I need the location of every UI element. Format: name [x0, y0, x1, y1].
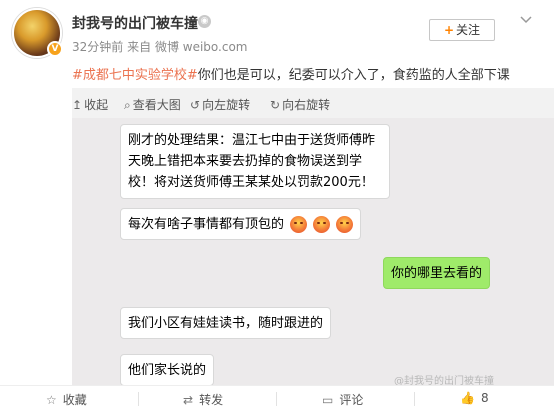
collapse-icon: ↥ [72, 98, 83, 112]
plus-icon: + [443, 23, 455, 37]
rotate-right-button[interactable]: ↻ 向右旋转 [270, 96, 330, 113]
verified-badge-icon: V [47, 41, 63, 57]
like-button[interactable]: 👍 8 [460, 391, 489, 405]
chat-screenshot[interactable]: 刚才的处理结果：温江七中由于送货师傅昨天晚上错把本来要去扔掉的食物误送到学校！将… [72, 118, 554, 385]
angry-emoji-icon [313, 216, 331, 233]
repost-icon: ⇄ [183, 393, 194, 407]
action-bar: ☆ 收藏 ⇄ 转发 ▭ 评论 👍 8 [0, 385, 554, 411]
star-icon: ☆ [46, 393, 57, 407]
comment-label: 评论 [339, 393, 364, 407]
thumbs-up-icon: 👍 [460, 391, 475, 405]
topic-link[interactable]: #成都七中实验学校# [72, 68, 198, 83]
rotate-left-label: 向左旋转 [202, 98, 251, 112]
divider [276, 392, 277, 406]
rotate-right-label: 向右旋转 [282, 98, 331, 112]
watermark: @封我号的出门被车撞 [394, 376, 494, 385]
chat-message: 刚才的处理结果：温江七中由于送货师傅昨天晚上错把本来要去扔掉的食物误送到学校！将… [120, 124, 390, 199]
rotate-right-icon: ↻ [270, 98, 281, 112]
follow-button[interactable]: + 关注 [429, 19, 495, 41]
like-count: 8 [480, 391, 489, 405]
post-header: V 封我号的出门被车撞 ◉ 32分钟前 来自 微博 weibo.com + 关注 [0, 0, 554, 62]
collect-button[interactable]: ☆ 收藏 [46, 391, 87, 408]
avatar[interactable]: V [12, 8, 63, 58]
collapse-label: 收起 [84, 98, 109, 112]
chat-message: 我们小区有娃娃读书，随时跟进的 [120, 307, 332, 339]
post-text: #成都七中实验学校#你们也是可以，纪委可以介入了，食药监的人全部下课 [72, 64, 510, 83]
username[interactable]: 封我号的出门被车撞 [72, 13, 198, 33]
source-prefix: 来自 [127, 40, 152, 54]
post-source[interactable]: 微博 weibo.com [155, 40, 248, 54]
chat-message-sent: 你的哪里去看的 [383, 257, 491, 289]
chat-message: 他们家长说的 [120, 354, 215, 385]
image-toolbar: ↥ 收起 ⌕ 查看大图 ↺ 向左旋转 ↻ 向右旋转 [72, 88, 554, 118]
repost-label: 转发 [199, 393, 224, 407]
chat-message-text: 每次有啥子事情都有顶包的 [128, 217, 285, 232]
post-time[interactable]: 32分钟前 [72, 40, 123, 54]
follow-label: 关注 [456, 23, 481, 37]
chat-message: 每次有啥子事情都有顶包的 [120, 208, 362, 240]
post-meta: 32分钟前 来自 微博 weibo.com [72, 38, 248, 55]
angry-emoji-icon [336, 216, 354, 233]
image-panel: ↥ 收起 ⌕ 查看大图 ↺ 向左旋转 ↻ 向右旋转 刚才的处理结果：温江七中由于送货师傅… [72, 88, 554, 385]
rotate-left-button[interactable]: ↺ 向左旋转 [190, 96, 250, 113]
collect-label: 收藏 [62, 393, 87, 407]
comment-icon: ▭ [322, 393, 334, 407]
divider [138, 392, 139, 406]
zoom-icon: ⌕ [124, 98, 131, 112]
view-large-label: 查看大图 [132, 98, 181, 112]
collapse-button[interactable]: ↥ 收起 [72, 96, 108, 113]
divider [414, 392, 415, 406]
angry-emoji-icon [290, 216, 308, 233]
view-large-button[interactable]: ⌕ 查看大图 [124, 96, 181, 113]
chevron-down-icon[interactable] [520, 16, 532, 24]
repost-button[interactable]: ⇄ 转发 [183, 391, 223, 408]
post-body: 你们也是可以，纪委可以介入了，食药监的人全部下课 [197, 68, 510, 83]
comment-button[interactable]: ▭ 评论 [322, 391, 363, 408]
member-icon[interactable]: ◉ [198, 15, 211, 28]
rotate-left-icon: ↺ [190, 98, 201, 112]
